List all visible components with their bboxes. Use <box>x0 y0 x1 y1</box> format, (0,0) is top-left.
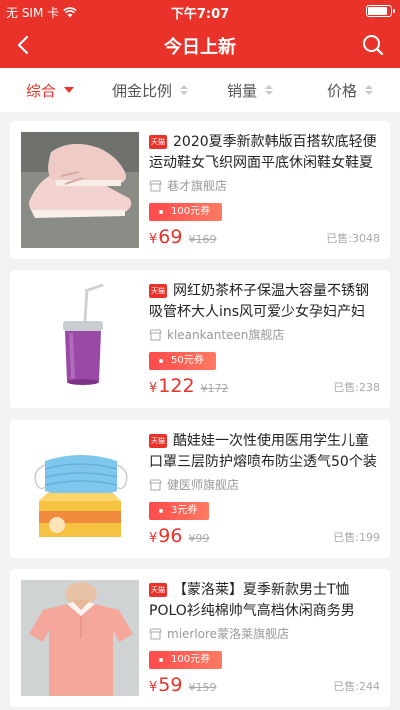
search-icon[interactable] <box>360 32 386 58</box>
product-title-text: 网红奶茶杯子保温大容量不锈钢吸管杯大人ins风可爱少女孕妇产妇 <box>149 283 369 320</box>
product-card[interactable]: 天猫【蒙洛莱】夏季新款男士T恤POLO衫纯棉帅气高档休闲商务男上... mier… <box>10 569 390 707</box>
product-card[interactable]: 天猫 网红奶茶杯子保温大容量不锈钢吸管杯大人ins风可爱少女孕妇产妇 kleank… <box>10 270 390 408</box>
product-card[interactable]: 天猫 2020夏季新款韩版百搭软底轻便运动鞋女飞织网面平底休闲鞋女鞋夏 巷才旗舰店… <box>10 121 390 259</box>
price-symbol: ¥ <box>149 381 158 396</box>
product-title-text: 酷娃娃一次性使用医用学生儿童口罩三层防护熔喷布防尘透气50个装 <box>149 433 377 470</box>
sort-tab-price[interactable]: 价格 <box>300 68 400 112</box>
tmall-badge: 天猫 <box>149 583 167 597</box>
price: ¥96 ¥99 <box>149 525 209 547</box>
price: ¥59 ¥159 <box>149 674 216 696</box>
shop-name: kleankanteen旗舰店 <box>167 328 285 342</box>
coupon-badge[interactable]: 50元券 <box>149 352 216 370</box>
sneaker-image[interactable] <box>21 132 139 248</box>
product-title[interactable]: 天猫 网红奶茶杯子保温大容量不锈钢吸管杯大人ins风可爱少女孕妇产妇 <box>149 281 380 323</box>
price-value: 96 <box>158 525 183 547</box>
sold-count: 已售:244 <box>333 680 380 693</box>
shop-name: 健医师旗舰店 <box>167 478 240 492</box>
price-symbol: ¥ <box>149 680 158 695</box>
price-row: ¥122 ¥172 已售:238 <box>149 373 380 397</box>
sort-arrows-icon <box>265 85 273 95</box>
price-row: ¥69 ¥169 已售:3048 <box>149 224 380 248</box>
tumbler-image[interactable] <box>21 281 139 397</box>
sort-tab-comprehensive[interactable]: 综合 <box>0 68 100 112</box>
sort-arrows-icon <box>180 85 188 95</box>
shop-row[interactable]: mierlore蒙洛莱旗舰店 <box>149 625 380 642</box>
sort-arrows-icon <box>365 85 373 95</box>
coupon-badge[interactable]: 100元券 <box>149 651 223 669</box>
price-value: 69 <box>158 226 183 248</box>
store-icon <box>149 180 162 191</box>
polo-shirt-image[interactable] <box>21 580 139 696</box>
sort-tab-label: 销量 <box>226 81 257 100</box>
page-title: 今日上新 <box>164 37 236 58</box>
sort-tab-label: 佣金比例 <box>111 81 172 100</box>
price-value: 122 <box>158 375 195 397</box>
sort-tab-commission[interactable]: 佣金比例 <box>100 68 200 112</box>
sold-count: 已售:238 <box>333 381 380 394</box>
original-price: ¥99 <box>188 532 210 545</box>
original-price: ¥172 <box>200 382 229 395</box>
coupon-badge[interactable]: 3元券 <box>149 502 210 520</box>
tmall-badge: 天猫 <box>149 135 167 149</box>
sort-tab-label: 价格 <box>326 81 357 100</box>
price: ¥69 ¥169 <box>149 226 216 248</box>
price-row: ¥96 ¥99 已售:199 <box>149 523 380 547</box>
shop-row[interactable]: 健医师旗舰店 <box>149 476 380 493</box>
sort-bar: 综合 佣金比例 销量 价格 <box>0 68 400 112</box>
status-bar: 无 SIM 卡 下午7:07 <box>0 0 400 22</box>
price: ¥122 ¥172 <box>149 375 229 397</box>
shop-name: mierlore蒙洛莱旗舰店 <box>167 627 290 641</box>
mask-image[interactable] <box>21 431 139 547</box>
store-icon <box>149 479 162 490</box>
shop-name: 巷才旗舰店 <box>167 179 228 193</box>
triangle-down-icon <box>64 87 74 93</box>
sold-count: 已售:3048 <box>326 232 380 245</box>
status-time: 下午7:07 <box>170 7 230 22</box>
product-title[interactable]: 天猫 2020夏季新款韩版百搭软底轻便运动鞋女飞织网面平底休闲鞋女鞋夏 <box>149 132 380 174</box>
coupon-badge[interactable]: 100元券 <box>149 203 223 221</box>
battery-icon <box>366 5 395 17</box>
nav-bar: 今日上新 <box>0 22 400 68</box>
price-symbol: ¥ <box>149 531 158 546</box>
sort-tab-sales[interactable]: 销量 <box>200 68 300 112</box>
store-icon <box>149 628 162 639</box>
product-title-text: 【蒙洛莱】夏季新款男士T恤POLO衫纯棉帅气高档休闲商务男上... <box>149 582 355 619</box>
price-symbol: ¥ <box>149 232 158 247</box>
shop-row[interactable]: kleankanteen旗舰店 <box>149 326 380 343</box>
original-price: ¥159 <box>188 681 217 694</box>
product-title-text: 2020夏季新款韩版百搭软底轻便运动鞋女飞织网面平底休闲鞋女鞋夏 <box>149 134 377 171</box>
product-title[interactable]: 天猫 酷娃娃一次性使用医用学生儿童口罩三层防护熔喷布防尘透气50个装 <box>149 431 380 473</box>
sold-count: 已售:199 <box>333 531 380 544</box>
shop-row[interactable]: 巷才旗舰店 <box>149 177 380 194</box>
product-title[interactable]: 天猫【蒙洛莱】夏季新款男士T恤POLO衫纯棉帅气高档休闲商务男上... <box>149 580 380 622</box>
tmall-badge: 天猫 <box>149 434 167 448</box>
price-value: 59 <box>158 674 183 696</box>
sort-tab-label: 综合 <box>25 81 56 100</box>
store-icon <box>149 329 162 340</box>
original-price: ¥169 <box>188 233 217 246</box>
product-card[interactable]: 天猫 酷娃娃一次性使用医用学生儿童口罩三层防护熔喷布防尘透气50个装 健医师旗舰店… <box>10 420 390 558</box>
tmall-badge: 天猫 <box>149 284 167 298</box>
price-row: ¥59 ¥159 已售:244 <box>149 672 380 696</box>
